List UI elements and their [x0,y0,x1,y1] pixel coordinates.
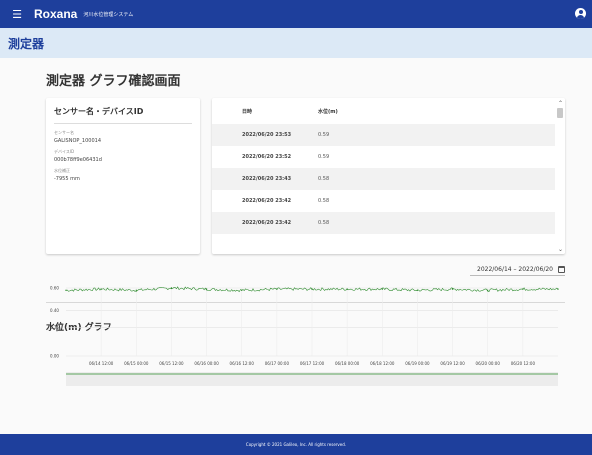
data-point [100,288,102,290]
page-header: 測定器 [0,28,592,58]
x-tick-label: 06/14 12:00 [89,361,114,366]
x-tick-label: 06/18 00:00 [335,361,360,366]
x-tick-label: 06/15 12:00 [159,361,184,366]
app-subtitle: 河川水位管理システム [83,11,134,18]
data-point [276,288,278,290]
data-point [65,289,67,291]
x-tick-label: 06/20 12:00 [511,361,536,366]
data-point [311,288,313,290]
data-point [487,289,489,291]
y-tick-label: 0.00 [50,354,59,359]
data-point [522,288,524,290]
y-tick-label: 0.40 [50,308,59,313]
app-brand[interactable]: Roxana [34,7,77,21]
x-tick-label: 06/15 00:00 [124,361,149,366]
app-footer: Copyright © 2021 Galileo, Inc. All right… [0,434,592,455]
data-point [241,289,243,291]
data-point [451,288,454,290]
x-tick-label: 06/19 12:00 [440,361,465,366]
hamburger-menu-icon[interactable]: ☰ [6,8,28,21]
x-tick-label: 06/19 00:00 [405,361,430,366]
data-point [381,288,383,290]
water-level-chart[interactable]: 0.00 0.25 0.40 0.60 06/14 12:00 06/15 00:00 06… [0,58,592,434]
y-tick-label: 0.60 [50,286,59,291]
data-point [557,288,559,290]
x-tick-label: 06/17 00:00 [265,361,290,366]
data-point [205,288,208,290]
data-point [416,289,419,291]
copyright-text: Copyright © 2021 Galileo, Inc. All right… [245,442,347,447]
y-tick-label: 0.25 [50,325,59,330]
x-tick-label: 06/16 00:00 [194,361,219,366]
data-point [346,288,348,290]
page-title: 測定器 [8,36,45,51]
app-header: ☰ Roxana 河川水位管理システム [0,0,592,28]
x-tick-label: 06/17 12:00 [300,361,325,366]
x-tick-label: 06/16 12:00 [230,361,255,366]
data-point [135,289,137,291]
x-tick-label: 06/18 12:00 [370,361,395,366]
data-point [170,287,173,289]
x-tick-label: 06/20 00:00 [476,361,501,366]
main-content: 測定器 グラフ確認画面 センサー名・デバイスID センサー名 GALISNOP_… [0,58,592,434]
account-circle-icon[interactable] [575,8,586,19]
